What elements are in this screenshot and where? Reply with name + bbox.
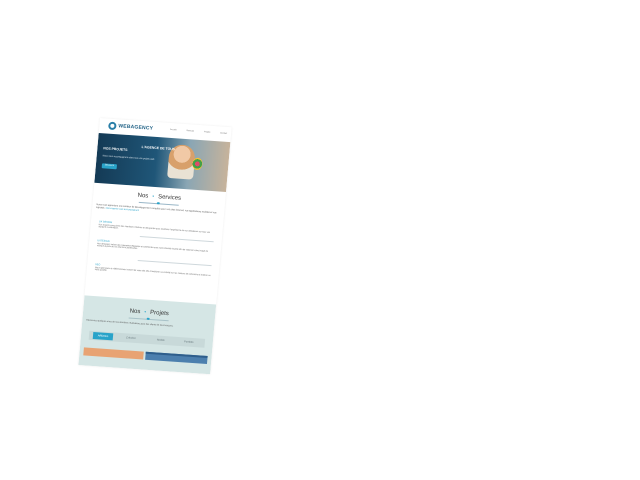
filter-affiliation[interactable]: Affiliation <box>92 332 114 341</box>
projects-heading-main: Projets <box>149 309 169 318</box>
nav-item-home[interactable]: Accueil <box>170 129 177 131</box>
service-divider <box>139 236 214 242</box>
service-item-seo: SEO Nous optimisons le référencement nat… <box>95 263 212 280</box>
nav-item-services[interactable]: Services <box>186 130 194 133</box>
hero-title-right: L'AGENCE DE TOUS <box>141 144 176 152</box>
service-item-ui: UI DESIGN Nos designers créent des maque… <box>97 239 214 256</box>
hero-painted-hands <box>191 157 203 171</box>
projects-intro: Découvrez quelques-unes de nos dernières… <box>86 319 174 328</box>
brand-name: WEBAGENCY <box>118 123 154 132</box>
project-thumbnail[interactable] <box>83 347 144 360</box>
heading-dot-icon: ● <box>144 309 147 315</box>
nav-item-contact[interactable]: Contact <box>220 132 227 134</box>
nav-item-projects[interactable]: Projets <box>204 131 210 133</box>
filter-mobile[interactable]: Mobile <box>151 336 172 344</box>
service-divider <box>137 259 212 266</box>
logo-icon <box>108 121 117 131</box>
project-thumbnail[interactable] <box>145 351 208 365</box>
services-heading-main: Services <box>157 194 182 202</box>
services-heading-underline <box>138 201 179 206</box>
projects-section: Nos ● Projets Découvrez quelques-unes de n… <box>78 295 217 375</box>
main-nav: Accueil Services Projets Contact <box>170 129 227 135</box>
filter-creation[interactable]: Création <box>121 334 142 342</box>
web-page-mockup: WEBAGENCY Accueil Services Projets Conta… <box>78 118 232 375</box>
hero-banner: NOS PROJETS L'AGENCE DE TOUS Nous vous a… <box>94 132 231 192</box>
hero-subtitle: Nous vous accompagnons dans tous vos pro… <box>102 155 155 161</box>
heading-dot-icon: ● <box>152 194 155 199</box>
hero-title-left: NOS PROJETS <box>103 146 128 152</box>
services-intro: Nous vous apportons une solution de déve… <box>96 204 220 218</box>
project-filter-bar: Affiliation Création Mobile Portfolio <box>88 330 206 348</box>
hero-cta-button[interactable]: Découvrir <box>101 163 118 170</box>
projects-heading-prefix: Nos <box>129 308 141 316</box>
services-heading-prefix: Nos <box>137 192 149 200</box>
projects-heading-underline <box>128 317 169 321</box>
filter-portfolio[interactable]: Portfolio <box>179 338 200 346</box>
screenshot-stage: WEBAGENCY Accueil Services Projets Conta… <box>0 0 640 480</box>
service-item-ux: UX DESIGN Nos experts conçoivent des int… <box>98 220 215 237</box>
